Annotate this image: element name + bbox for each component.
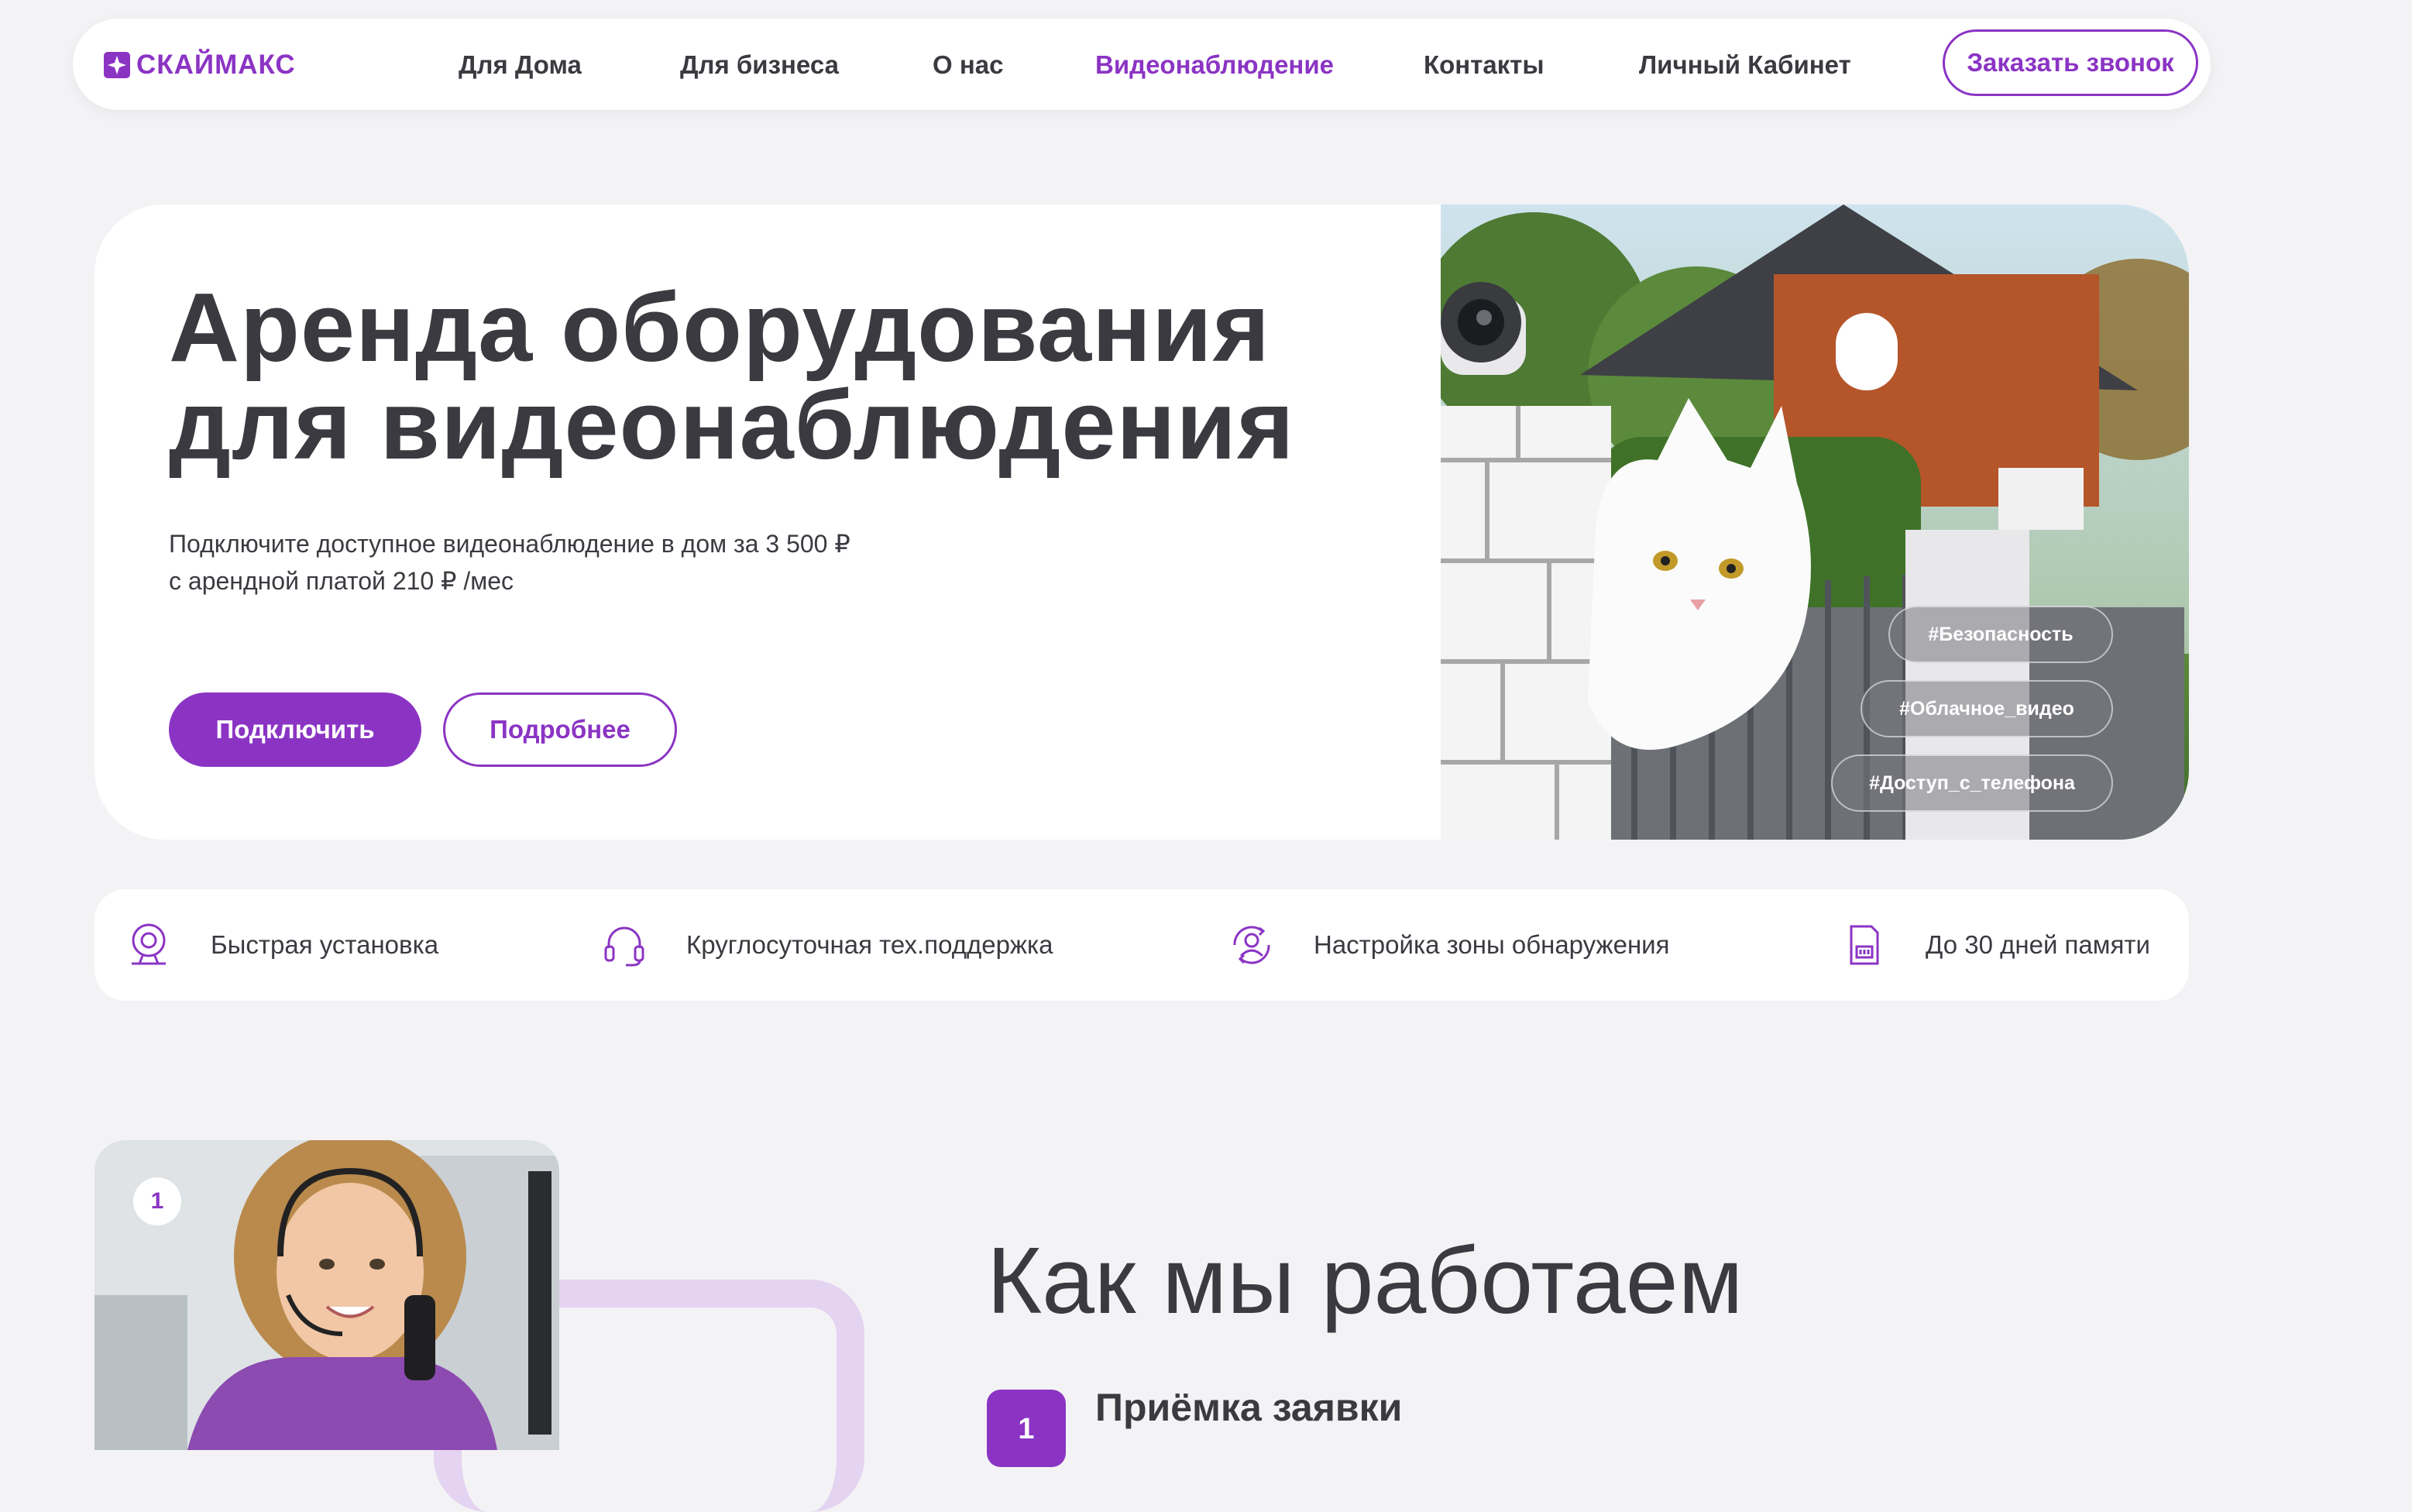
feature-memory-label: До 30 дней памяти (1926, 930, 2150, 959)
tag-cloud-video[interactable]: #Облачное_видео (1861, 680, 2113, 737)
features-bar: Быстрая установка Круглосуточная тех.под… (94, 889, 2189, 1001)
hero-title-line-1: Аренда оборудования (169, 273, 1271, 382)
webcam-icon (132, 923, 166, 965)
site-header: СКАЙМАКС Для Дома Для бизнеса О нас Виде… (73, 19, 2211, 110)
hero-image: #Безопасность #Облачное_видео #Доступ_с_… (1441, 204, 2189, 840)
hero-subtitle-line-2: с арендной платой 210 ₽ /мес (169, 567, 514, 595)
feature-detection-zone: Настройка зоны обнаружения (1228, 922, 1670, 968)
headset-icon (604, 926, 644, 967)
step-number-1: 1 (987, 1390, 1066, 1467)
nav-video-surveillance[interactable]: Видеонаблюдение (1095, 50, 1334, 81)
nav-for-business[interactable]: Для бизнеса (680, 50, 839, 81)
hero-title-line-2: для видеонаблюдения (169, 370, 1295, 479)
feature-support-label: Круглосуточная тех.поддержка (686, 930, 1053, 959)
hero-title: Аренда оборудования для видеонаблюдения (169, 279, 1486, 474)
how-we-work-title: Как мы работаем (987, 1228, 1744, 1333)
hero-image-scene (1441, 204, 2189, 840)
feature-fast-install: Быстрая установка (125, 922, 438, 968)
feature-support: Круглосуточная тех.поддержка (601, 922, 1053, 968)
more-info-button[interactable]: Подробнее (443, 692, 677, 767)
hero-subtitle: Подключите доступное видеонаблюдение в д… (169, 525, 1021, 600)
hero-subtitle-line-1: Подключите доступное видеонаблюдение в д… (169, 530, 850, 558)
logo-text: СКАЙМАКС (136, 50, 296, 80)
step-title-1: Приёмка заявки (1095, 1386, 1403, 1429)
logo-icon (104, 52, 130, 78)
feature-memory: До 30 дней памяти (1840, 922, 2150, 968)
request-call-button[interactable]: Заказать звонок (1943, 29, 2198, 96)
nav-for-home[interactable]: Для Дома (459, 50, 582, 81)
feature-detection-zone-label: Настройка зоны обнаружения (1314, 930, 1670, 959)
nav-personal-account[interactable]: Личный Кабинет (1639, 50, 1851, 81)
tag-phone-access[interactable]: #Доступ_с_телефона (1831, 754, 2113, 812)
sd-card-icon (1850, 925, 1879, 965)
photo-step-badge: 1 (133, 1177, 181, 1225)
nav-about[interactable]: О нас (933, 50, 1003, 81)
logo[interactable]: СКАЙМАКС (104, 50, 296, 81)
detection-zone-icon (1233, 926, 1270, 964)
hero-card: Аренда оборудования для видеонаблюдения … (94, 204, 2189, 840)
tag-security[interactable]: #Безопасность (1888, 606, 2113, 663)
feature-fast-install-label: Быстрая установка (211, 930, 439, 959)
nav-contacts[interactable]: Контакты (1424, 50, 1544, 81)
connect-button[interactable]: Подключить (169, 692, 421, 767)
